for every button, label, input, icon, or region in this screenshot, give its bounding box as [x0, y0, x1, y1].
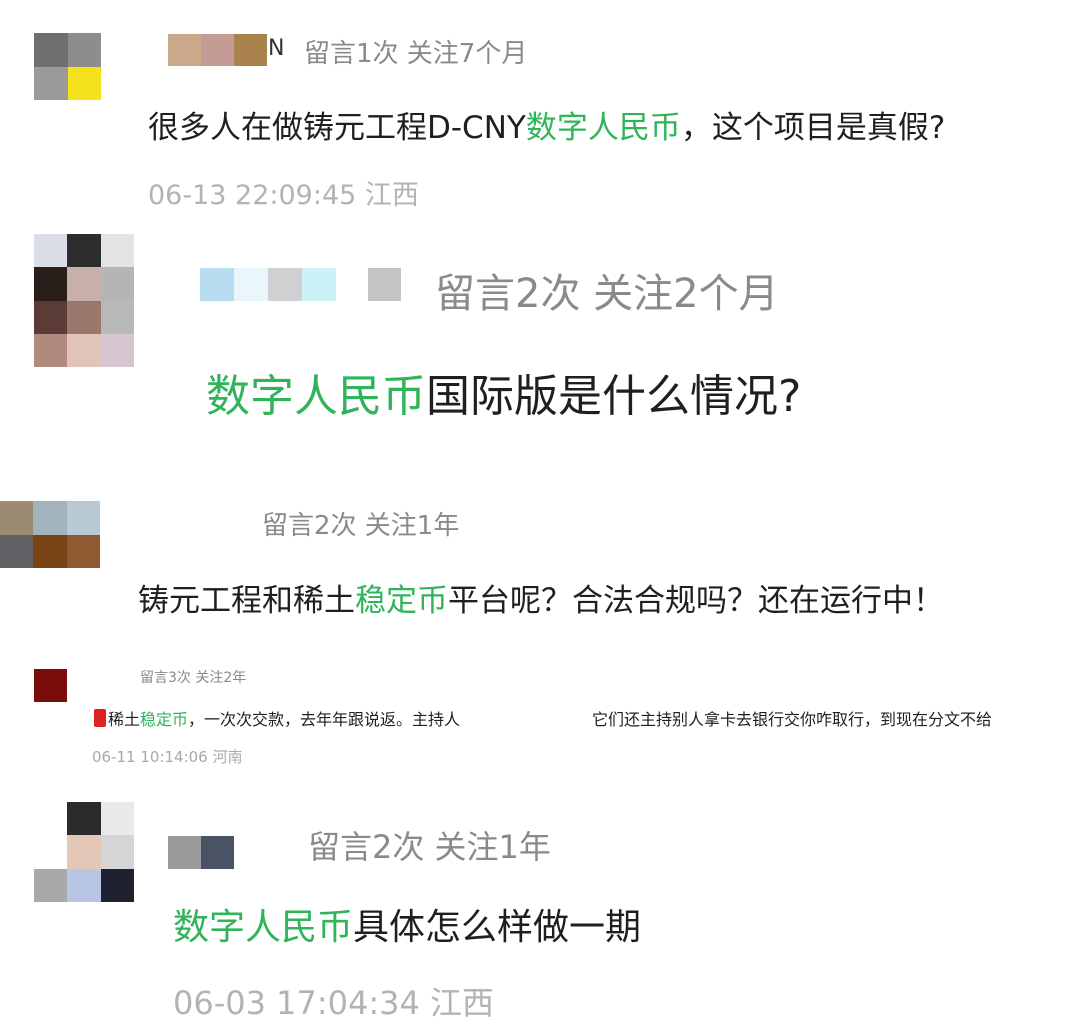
avatar-pixel: [34, 33, 68, 67]
avatar-pixel: [100, 300, 134, 334]
text-segment: 稀土: [108, 710, 141, 729]
avatar-pixel: [67, 333, 101, 367]
avatar[interactable]: [34, 669, 67, 702]
avatar-pixel: [100, 802, 134, 836]
blurred-username[interactable]: [168, 34, 267, 66]
avatar-pixel: [34, 234, 68, 268]
blurred-username-suffix: [368, 268, 401, 301]
text-segment: 具体怎么样做一期: [353, 907, 642, 948]
avatar[interactable]: [34, 234, 134, 367]
avatar-pixel: [34, 669, 67, 702]
avatar-pixel: [67, 835, 101, 869]
highlight-keyword[interactable]: 数字人民币: [206, 371, 426, 422]
avatar-pixel: [66, 534, 100, 568]
avatar-pixel: [100, 267, 134, 301]
username-tail: N: [268, 36, 285, 61]
avatar-pixel: [67, 234, 101, 268]
comment-meta: 留言2次 关注2个月: [435, 271, 779, 317]
avatar-pixel: [100, 234, 134, 268]
avatar-pixel: [67, 868, 101, 902]
avatar-pixel: [67, 802, 101, 836]
comment-meta: 留言2次 关注1年: [308, 828, 551, 866]
avatar[interactable]: [0, 501, 100, 568]
highlight-keyword[interactable]: 稳定币: [355, 583, 448, 619]
comment-time: 06-03 17:04:34 江西: [173, 984, 495, 1022]
highlight-keyword[interactable]: 稳定币: [140, 710, 188, 729]
blurred-username[interactable]: [200, 268, 336, 301]
avatar-pixel: [34, 333, 68, 367]
comment-meta: 留言3次 关注2年: [140, 670, 247, 686]
avatar-pixel: [67, 267, 101, 301]
comment-text: 稀土稳定币，一次次交款，去年年跟说返。主持人: [94, 706, 460, 730]
comment-text: 数字人民币国际版是什么情况?: [206, 360, 801, 424]
comment-text: 数字人民币具体怎么样做一期: [173, 898, 641, 950]
text-segment: 很多人在做铸元工程D-CNY: [148, 110, 526, 146]
text-segment: ，一次次交款，去年年跟说返。主持人: [188, 710, 461, 729]
comment-time: 06-11 10:14:06 河南: [92, 748, 243, 766]
comment-time: 06-13 22:09:45 江西: [148, 180, 419, 211]
comment-text: 铸元工程和稀土稳定币平台呢？合法合规吗？还在运行中！: [138, 575, 944, 620]
avatar-pixel: [34, 868, 68, 902]
highlight-keyword[interactable]: 数字人民币: [526, 110, 681, 146]
text-segment: 铸元工程和稀土: [138, 583, 355, 619]
avatar-pixel: [34, 66, 68, 100]
avatar-pixel: [33, 534, 67, 568]
text-segment: 国际版是什么情况?: [426, 371, 802, 422]
avatar-pixel: [67, 33, 101, 67]
red-book-icon: [94, 709, 106, 727]
avatar-pixel: [0, 534, 34, 568]
avatar-pixel: [67, 66, 101, 100]
avatar-pixel: [34, 267, 68, 301]
avatar-pixel: [67, 300, 101, 334]
highlight-keyword[interactable]: 数字人民币: [173, 907, 353, 948]
avatar-pixel: [33, 501, 67, 535]
avatar-pixel: [66, 501, 100, 535]
avatar-pixel: [34, 802, 68, 836]
comment-meta: 留言1次 关注7个月: [304, 39, 528, 69]
blurred-username[interactable]: [168, 836, 234, 869]
comment-text-tail: 它们还主持别人拿卡去银行交你咋取行，到现在分文不给: [592, 710, 993, 729]
text-segment: ，这个项目是真假?: [680, 110, 946, 146]
text-segment: 平台呢？合法合规吗？还在运行中！: [448, 583, 944, 619]
avatar-pixel: [100, 868, 134, 902]
avatar-pixel: [0, 501, 34, 535]
avatar[interactable]: [34, 33, 101, 100]
avatar-pixel: [100, 333, 134, 367]
comment-meta: 留言2次 关注1年: [262, 511, 460, 541]
avatar-pixel: [34, 300, 68, 334]
avatar-pixel: [34, 835, 68, 869]
avatar[interactable]: [34, 802, 134, 902]
comment-text: 很多人在做铸元工程D-CNY数字人民币，这个项目是真假?: [148, 102, 945, 147]
avatar-pixel: [100, 835, 134, 869]
